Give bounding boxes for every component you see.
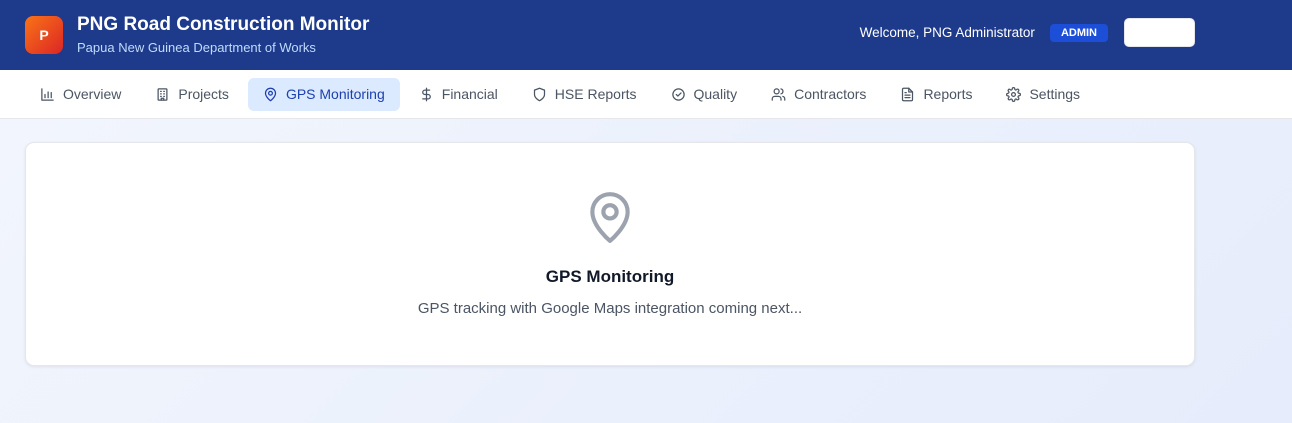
welcome-text: Welcome, PNG Administrator xyxy=(859,25,1035,40)
tab-label: GPS Monitoring xyxy=(285,86,385,102)
dollar-icon xyxy=(421,87,431,101)
main-nav: Overview Projects GPS Monitoring Financi… xyxy=(0,70,1292,119)
users-icon xyxy=(771,87,786,101)
app-subtitle: Papua New Guinea Department of Works xyxy=(77,39,316,55)
tab-reports[interactable]: Reports xyxy=(885,78,987,111)
tab-label: Projects xyxy=(178,86,229,102)
user-action-button[interactable] xyxy=(1124,18,1195,47)
tab-label: Quality xyxy=(693,86,738,102)
role-badge: ADMIN xyxy=(1049,23,1108,42)
tab-quality[interactable]: Quality xyxy=(656,78,753,111)
tab-financial[interactable]: Financial xyxy=(404,78,513,111)
tab-hse-reports[interactable]: HSE Reports xyxy=(517,78,652,111)
app-header: P PNG Road Construction Monitor Papua Ne… xyxy=(0,0,1292,70)
gear-icon xyxy=(1006,86,1022,102)
app-logo: P xyxy=(25,16,63,54)
map-pin-icon xyxy=(264,87,277,101)
panel-message: GPS tracking with Google Maps integratio… xyxy=(417,300,803,317)
gps-monitoring-panel: GPS Monitoring GPS tracking with Google … xyxy=(25,142,1195,366)
map-pin-icon xyxy=(585,189,635,245)
tab-label: Financial xyxy=(441,86,498,102)
building-icon xyxy=(157,87,168,101)
tab-label: Reports xyxy=(923,86,973,102)
shield-icon xyxy=(533,87,545,101)
tab-label: Settings xyxy=(1029,86,1081,102)
user-area: Welcome, PNG Administrator ADMIN xyxy=(860,18,1195,47)
tab-overview[interactable]: Overview xyxy=(25,78,136,111)
bar-chart-icon xyxy=(41,87,54,101)
tab-gps-monitoring[interactable]: GPS Monitoring xyxy=(247,77,400,111)
tab-label: Contractors xyxy=(794,86,867,102)
tab-label: HSE Reports xyxy=(554,86,637,102)
file-text-icon xyxy=(902,87,914,101)
brand: PNG Road Construction Monitor Papua New … xyxy=(77,14,369,57)
tab-label: Overview xyxy=(63,86,122,102)
tab-projects[interactable]: Projects xyxy=(140,78,244,111)
tab-settings[interactable]: Settings xyxy=(991,78,1095,111)
app-title: PNG Road Construction Monitor xyxy=(77,13,370,35)
check-circle-icon xyxy=(671,87,685,101)
tab-contractors[interactable]: Contractors xyxy=(756,78,881,111)
panel-title: GPS Monitoring xyxy=(545,267,675,286)
